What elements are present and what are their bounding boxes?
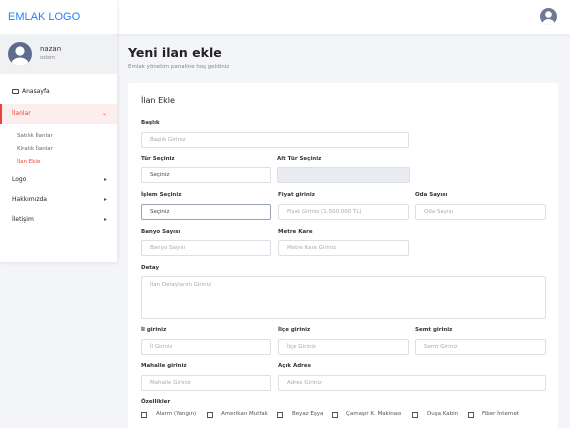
sidebar-item-anasayfa[interactable]: Anasayfa [0, 82, 117, 102]
mahalle-label: Mahalle giriniz [141, 363, 187, 369]
il-label: İl giriniz [141, 327, 167, 333]
sidebar: EMLAK LOGO nazan ozlem Anasayfa İlanlar … [0, 0, 117, 262]
chevron-right-icon: ▸ [103, 216, 107, 223]
user-subtitle: ozlem [40, 55, 56, 61]
feature-checkbox[interactable] [141, 412, 147, 418]
user-name: nazan [40, 45, 62, 53]
baslik-input[interactable]: Başlık Giriniz [141, 132, 409, 148]
submenu-item-kiralik[interactable]: Kiralık İlanlar [0, 143, 117, 156]
banyo-label: Banyo Sayısı [141, 229, 181, 235]
feature-label: Amerikan Mutfak [221, 411, 268, 417]
fiyat-label: Fiyat giriniz [278, 192, 315, 198]
sidebar-item-label: Logo [12, 176, 27, 183]
semt-input[interactable]: Semt Giriniz [415, 339, 546, 355]
monitor-icon [12, 89, 19, 94]
feature-checkbox[interactable] [332, 412, 338, 418]
chevron-down-icon: ⌄ [101, 110, 107, 117]
feature-label: Alarm (Yangın) [156, 411, 197, 417]
feature-checkbox[interactable] [412, 412, 418, 418]
user-avatar [8, 42, 32, 66]
sidebar-item-hakkimizda[interactable]: Hakkımızda ▸ [0, 190, 117, 210]
banyo-input[interactable]: Banyo Sayısı [141, 240, 271, 256]
semt-label: Semt giriniz [415, 327, 453, 333]
sidebar-item-label: İlanlar [12, 110, 31, 117]
sidebar-item-label: Anasayfa [22, 88, 50, 95]
tur-label: Tür Seçiniz [141, 156, 175, 162]
page-title: Yeni ilan ekle [128, 45, 222, 60]
ozellikler-label: Özellikler [141, 399, 171, 405]
chevron-right-icon: ▸ [103, 196, 107, 203]
card-title: İlan Ekle [141, 96, 175, 105]
page-subtitle: Emlak yönetim panaline hoş geldiniz [128, 64, 230, 70]
feature-label: Beyaz Eşya [292, 411, 324, 417]
feature-checkbox[interactable] [468, 412, 474, 418]
ilce-label: İlçe giriniz [278, 327, 311, 333]
alt-tur-label: Alt Tür Seçiniz [277, 156, 322, 162]
feature-checkbox[interactable] [277, 412, 283, 418]
mahalle-input[interactable]: Mahalle Giriniz [141, 375, 271, 391]
metre-label: Metre Kare [278, 229, 313, 235]
adres-label: Açık Adres [278, 363, 311, 369]
islem-label: İşlem Seçiniz [141, 192, 182, 198]
user-panel: nazan ozlem [0, 34, 117, 74]
sidebar-item-iletisim[interactable]: İletişim ▸ [0, 210, 117, 230]
fiyat-input[interactable]: Fiyat Giriniz (1.500.000 TL) [278, 204, 409, 220]
submenu-item-ilan-ekle[interactable]: İlan Ekle [0, 156, 117, 169]
ilce-input[interactable]: İlçe Giriniz [278, 339, 409, 355]
feature-label: Duşa Kabin [427, 411, 459, 417]
islem-select[interactable]: Seçiniz [141, 204, 271, 220]
il-input[interactable]: İl Giriniz [141, 339, 271, 355]
submenu-item-satilik[interactable]: Satılık İlanlar [0, 130, 117, 143]
adres-input[interactable]: Adres Giriniz [278, 375, 546, 391]
oda-label: Oda Sayısı [415, 192, 448, 198]
sidebar-item-logo[interactable]: Logo ▸ [0, 170, 117, 190]
chevron-right-icon: ▸ [103, 176, 107, 183]
feature-label: Fiber İnternet [482, 411, 520, 417]
oda-input[interactable]: Oda Sayısı [415, 204, 546, 220]
tur-select[interactable]: Seçiniz [141, 167, 271, 183]
alt-tur-select[interactable] [277, 167, 410, 183]
detay-label: Detay [141, 265, 160, 271]
feature-checkbox[interactable] [207, 412, 213, 418]
sidebar-item-label: Hakkımızda [12, 196, 47, 203]
detay-textarea[interactable]: İlan Detaylarını Giriniz [141, 276, 546, 319]
form-card: İlan Ekle Başlık Başlık Giriniz Tür Seçi… [128, 83, 558, 428]
sidebar-item-ilanlar[interactable]: İlanlar ⌄ [0, 104, 117, 124]
sidebar-item-label: İletişim [12, 216, 34, 223]
brand-logo[interactable]: EMLAK LOGO [0, 0, 117, 34]
feature-label: Çamaşır K. Makinası [346, 411, 402, 417]
baslik-label: Başlık [141, 120, 160, 126]
metre-input[interactable]: Metre Kare Giriniz [278, 240, 409, 256]
header-avatar[interactable] [540, 8, 557, 25]
